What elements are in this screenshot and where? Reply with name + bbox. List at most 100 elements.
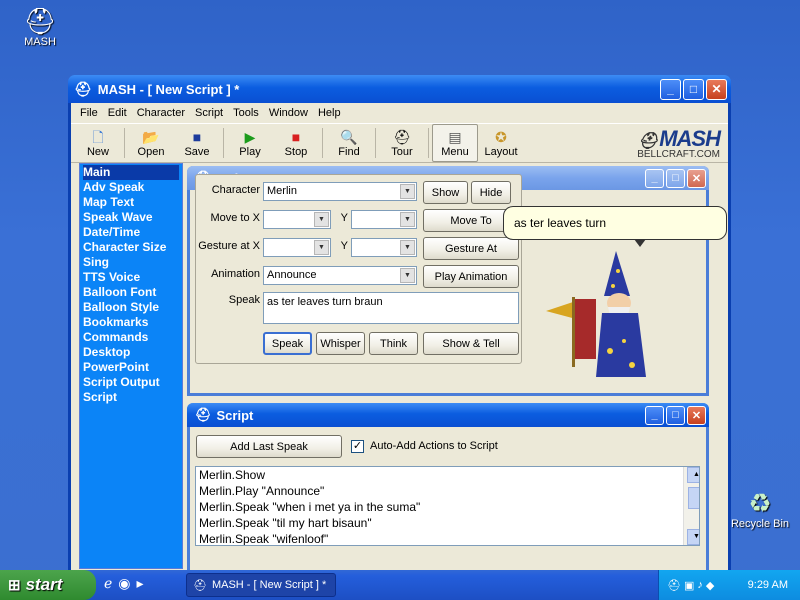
sidebar: Main Adv Speak Map Text Speak Wave Date/… [79,163,183,569]
add-last-speak-button[interactable]: Add Last Speak [196,435,342,458]
open-button[interactable]: 📂 Open [128,124,174,162]
menu-character[interactable]: Character [132,107,190,119]
maximize-button[interactable]: □ [683,78,704,100]
sidebar-item-sing[interactable]: Sing [83,255,179,270]
sidebar-item-powerpoint[interactable]: PowerPoint [83,360,179,375]
animation-select[interactable]: Announce ▼ [263,266,417,285]
chevron-up-icon[interactable]: ▲ [687,467,699,483]
start-button[interactable]: ⊞ start [0,570,96,600]
list-item[interactable]: Merlin.Show [196,467,699,483]
script-panel-titlebar[interactable]: ⛑ Script _ □ ✕ [187,403,709,427]
menu-file[interactable]: File [75,107,103,119]
chevron-down-icon[interactable]: ▼ [400,184,415,199]
window-titlebar[interactable]: ⛑ MASH - [ New Script ] * _ □ ✕ [68,75,731,103]
sidebar-item-adv-speak[interactable]: Adv Speak [83,180,179,195]
show-button[interactable]: Show [423,181,468,204]
save-button[interactable]: ■ Save [174,124,220,162]
menu-window[interactable]: Window [264,107,313,119]
speaker-icon[interactable]: ♪ [697,579,703,592]
wizard-hat-icon: ⛑ [23,6,57,36]
close-button[interactable]: ✕ [687,168,706,188]
maximize-button[interactable]: □ [666,168,685,188]
chevron-down-icon[interactable]: ▼ [687,529,699,545]
menu-tools[interactable]: Tools [228,107,264,119]
menu-edit[interactable]: Edit [103,107,132,119]
think-button[interactable]: Think [369,332,418,355]
speak-button[interactable]: Speak [263,332,312,355]
sidebar-item-script-output[interactable]: Script Output [83,375,179,390]
wizard-hat-icon[interactable]: ⛑ [667,579,681,592]
minimize-button[interactable]: _ [645,168,664,188]
list-item[interactable]: Merlin.Play "Announce" [196,483,699,499]
list-item[interactable]: Merlin.Speak "wifenloof" [196,531,699,545]
new-button[interactable]: 🗋 New [75,124,121,162]
list-item[interactable]: Merlin.Speak "til my hart bisaun" [196,515,699,531]
clock[interactable]: 9:29 AM [748,579,800,591]
sidebar-item-commands[interactable]: Commands [83,330,179,345]
show-desktop-icon[interactable]: ▸ [137,575,144,592]
sidebar-item-tts-voice[interactable]: TTS Voice [83,270,179,285]
minimize-button[interactable]: _ [660,78,681,100]
chevron-down-icon[interactable]: ▼ [314,240,329,255]
save-disk-icon: ■ [192,129,202,145]
sidebar-item-main[interactable]: Main [83,165,179,180]
menu-button[interactable]: ▤ Menu [432,124,478,162]
play-icon: ▶ [244,129,256,145]
internet-explorer-icon[interactable]: ℯ [104,575,112,592]
whisper-button[interactable]: Whisper [316,332,365,355]
chevron-down-icon[interactable]: ▼ [400,212,415,227]
sidebar-item-character-size[interactable]: Character Size [83,240,179,255]
close-button[interactable]: ✕ [687,405,706,425]
sidebar-item-script[interactable]: Script [83,390,179,405]
media-player-icon[interactable]: ◉ [118,575,130,592]
magnifier-icon: 🔍 [340,129,358,145]
sidebar-item-map-text[interactable]: Map Text [83,195,179,210]
wizard-hat-icon: ⛑ [74,80,92,97]
taskbar-item-mash[interactable]: ⛑ MASH - [ New Script ] * [186,573,336,597]
sidebar-item-date-time[interactable]: Date/Time [83,225,179,240]
move-to-x-select[interactable]: ▼ [263,210,331,229]
menu-script[interactable]: Script [190,107,228,119]
list-item[interactable]: Merlin.Speak "when i met ya in the suma" [196,499,699,515]
minimize-button[interactable]: _ [645,405,664,425]
chevron-down-icon[interactable]: ▼ [400,240,415,255]
stop-button[interactable]: ■ Stop [273,124,319,162]
layout-button[interactable]: ✪ Layout [478,124,524,162]
merlin-character[interactable] [546,241,686,381]
move-to-y-select[interactable]: ▼ [351,210,417,229]
open-folder-icon: 📂 [142,129,160,145]
find-button[interactable]: 🔍 Find [326,124,372,162]
gesture-at-x-select[interactable]: ▼ [263,238,331,257]
speak-text-input[interactable]: as ter leaves turn braun [263,292,519,324]
sidebar-item-desktop[interactable]: Desktop [83,345,179,360]
sidebar-item-balloon-style[interactable]: Balloon Style [83,300,179,315]
chevron-down-icon[interactable]: ▼ [314,212,329,227]
gesture-at-y-select[interactable]: ▼ [351,238,417,257]
play-button[interactable]: ▶ Play [227,124,273,162]
desktop-icon-mash[interactable]: ⛑ MASH [18,6,62,48]
hide-button[interactable]: Hide [471,181,511,204]
gesture-at-button[interactable]: Gesture At [423,237,519,260]
wizard-hat-icon: ⛑ [637,133,658,150]
auto-add-checkbox[interactable]: ✓ [351,440,364,453]
animation-label: Animation [211,268,260,280]
play-animation-button[interactable]: Play Animation [423,265,519,288]
character-select[interactable]: Merlin ▼ [263,182,417,201]
vertical-scrollbar[interactable]: ▲ ▼ [683,467,699,545]
close-button[interactable]: ✕ [706,78,727,100]
network-icon[interactable]: ▣ [684,579,694,592]
scroll-thumb[interactable] [688,487,699,509]
sidebar-item-balloon-font[interactable]: Balloon Font [83,285,179,300]
tour-button[interactable]: ⛑ Tour [379,124,425,162]
sidebar-item-speak-wave[interactable]: Speak Wave [83,210,179,225]
maximize-button[interactable]: □ [666,405,685,425]
menu-help[interactable]: Help [313,107,346,119]
sidebar-item-bookmarks[interactable]: Bookmarks [83,315,179,330]
desktop-icon-recycle-bin[interactable]: ♻ Recycle Bin [730,488,790,530]
new-document-icon: 🗋 [92,129,104,145]
security-icon[interactable]: ◆ [706,579,714,592]
show-and-tell-button[interactable]: Show & Tell [423,332,519,355]
chevron-down-icon[interactable]: ▼ [400,268,415,283]
speak-label: Speak [228,294,260,306]
script-listbox[interactable]: Merlin.Show Merlin.Play "Announce" Merli… [195,466,700,546]
